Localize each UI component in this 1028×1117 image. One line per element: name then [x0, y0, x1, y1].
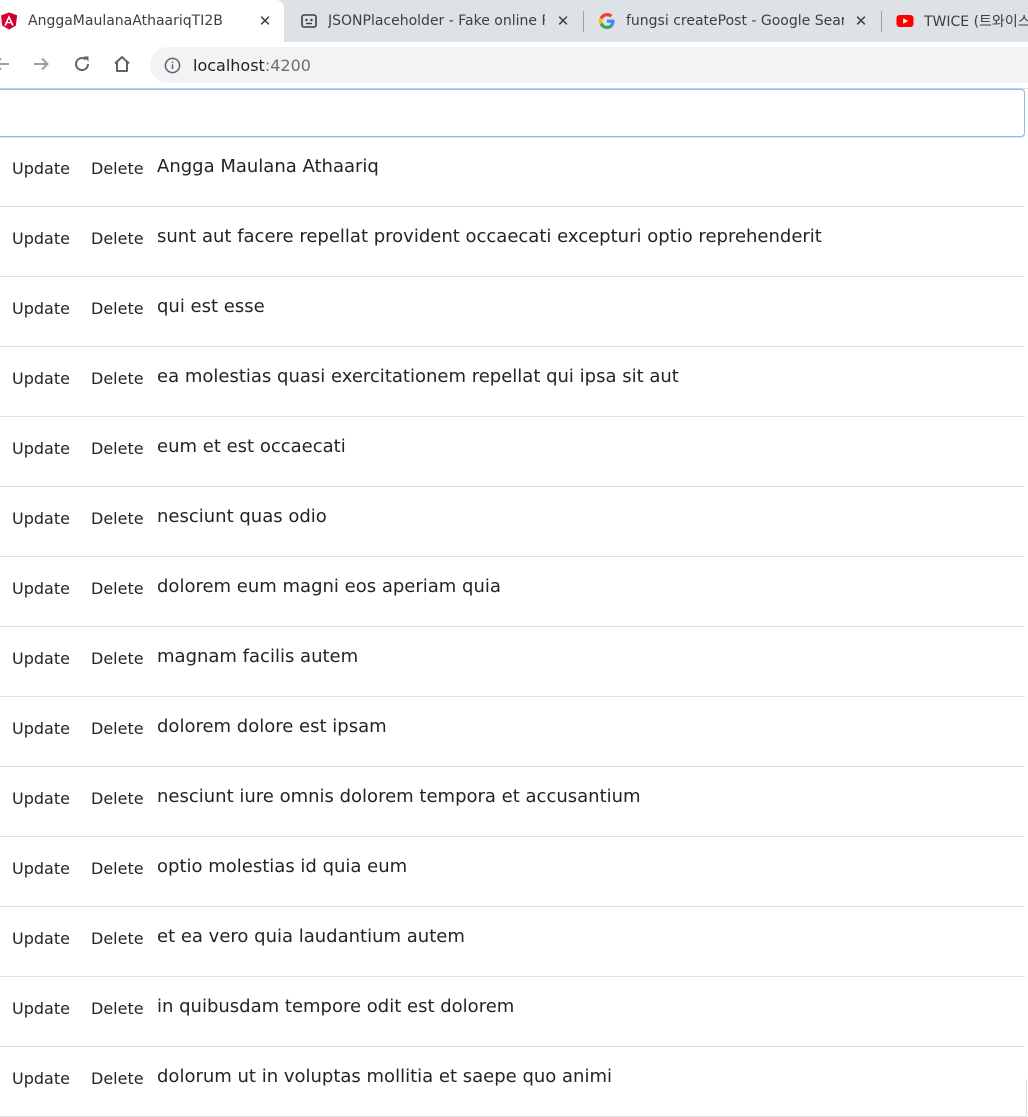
close-tab-icon[interactable]: ✕	[256, 12, 274, 30]
update-button[interactable]: Update	[12, 159, 70, 178]
tab-strip: AnggaMaulanaAthaariqTI2B ✕ JSONPlacehold…	[0, 0, 1028, 42]
list-item: Update Delete ea molestias quasi exercitat…	[0, 347, 1026, 417]
list-item: Update Delete qui est esse	[0, 277, 1026, 347]
browser-toolbar: localhost:4200	[0, 42, 1028, 89]
delete-button[interactable]: Delete	[91, 789, 144, 808]
post-title: optio molestias id quia eum	[157, 856, 408, 877]
update-button[interactable]: Update	[12, 929, 70, 948]
list-item: Update Delete eum et est occaecati	[0, 417, 1026, 487]
list-item: Update Delete dolorum ut in voluptas molli…	[0, 1047, 1026, 1117]
search-input[interactable]	[0, 89, 1025, 137]
post-title: nesciunt quas odio	[157, 506, 327, 527]
reload-icon[interactable]	[70, 52, 94, 76]
address-bar[interactable]: localhost:4200	[150, 47, 1028, 83]
url-host: localhost	[193, 55, 265, 75]
delete-button[interactable]: Delete	[91, 299, 144, 318]
update-button[interactable]: Update	[12, 579, 70, 598]
update-button[interactable]: Update	[12, 229, 70, 248]
delete-button[interactable]: Delete	[91, 929, 144, 948]
post-title: dolorem eum magni eos aperiam quia	[157, 576, 501, 597]
tab-youtube[interactable]: TWICE (트와이스	[896, 0, 1028, 42]
post-title: ea molestias quasi exercitationem repell…	[157, 366, 679, 387]
update-button[interactable]: Update	[12, 439, 70, 458]
close-tab-icon[interactable]: ✕	[554, 12, 572, 30]
tab-title: JSONPlaceholder - Fake online REST API	[328, 13, 545, 29]
delete-button[interactable]: Delete	[91, 159, 144, 178]
angular-icon	[0, 12, 18, 30]
post-list: Update Delete Angga Maulana Athaariq Updat…	[0, 137, 1027, 1117]
tab-separator	[881, 11, 882, 32]
tab-title: AnggaMaulanaAthaariqTI2B	[28, 13, 223, 29]
list-item: Update Delete magnam facilis autem	[0, 627, 1026, 697]
delete-button[interactable]: Delete	[91, 509, 144, 528]
back-icon[interactable]	[0, 52, 14, 76]
tab-jsonplaceholder[interactable]: JSONPlaceholder - Fake online REST API ✕	[300, 0, 578, 42]
update-button[interactable]: Update	[12, 789, 70, 808]
close-tab-icon[interactable]: ✕	[852, 12, 870, 30]
delete-button[interactable]: Delete	[91, 859, 144, 878]
delete-button[interactable]: Delete	[91, 579, 144, 598]
list-item: Update Delete optio molestias id quia eum	[0, 837, 1026, 907]
tab-title: TWICE (트와이스	[924, 14, 1028, 30]
delete-button[interactable]: Delete	[91, 719, 144, 738]
list-item: Update Delete in quibusdam tempore odit es…	[0, 977, 1026, 1047]
forward-icon[interactable]	[29, 52, 53, 76]
post-title: in quibusdam tempore odit est dolorem	[157, 996, 515, 1017]
post-title: eum et est occaecati	[157, 436, 346, 457]
delete-button[interactable]: Delete	[91, 999, 144, 1018]
post-title: sunt aut facere repellat provident occae…	[157, 226, 822, 247]
list-item: Update Delete nesciunt iure omnis dolorem …	[0, 767, 1026, 837]
update-button[interactable]: Update	[12, 299, 70, 318]
post-title: et ea vero quia laudantium autem	[157, 926, 465, 947]
list-item: Update Delete et ea vero quia laudantium a…	[0, 907, 1026, 977]
tab-angular-app[interactable]: AnggaMaulanaAthaariqTI2B ✕	[0, 0, 284, 42]
info-icon[interactable]	[163, 56, 181, 74]
tab-google-search[interactable]: fungsi createPost - Google Search ✕	[598, 0, 876, 42]
tab-separator	[583, 11, 584, 32]
post-title: Angga Maulana Athaariq	[157, 156, 379, 177]
list-item: Update Delete Angga Maulana Athaariq	[0, 137, 1026, 207]
post-title: qui est esse	[157, 296, 265, 317]
update-button[interactable]: Update	[12, 859, 70, 878]
list-item: Update Delete nesciunt quas odio	[0, 487, 1026, 557]
tab-title: fungsi createPost - Google Search	[626, 13, 844, 29]
post-title: dolorem dolore est ipsam	[157, 716, 387, 737]
home-icon[interactable]	[110, 52, 134, 76]
update-button[interactable]: Update	[12, 999, 70, 1018]
delete-button[interactable]: Delete	[91, 369, 144, 388]
google-icon	[598, 12, 616, 30]
post-title: magnam facilis autem	[157, 646, 359, 667]
update-button[interactable]: Update	[12, 509, 70, 528]
post-title: nesciunt iure omnis dolorem tempora et a…	[157, 786, 641, 807]
url-text: localhost:4200	[193, 56, 311, 75]
list-item: Update Delete dolorem eum magni eos aperia…	[0, 557, 1026, 627]
jsonplaceholder-icon	[300, 12, 318, 30]
update-button[interactable]: Update	[12, 649, 70, 668]
post-title: dolorum ut in voluptas mollitia et saepe…	[157, 1066, 612, 1087]
list-item: Update Delete dolorem dolore est ipsam	[0, 697, 1026, 767]
delete-button[interactable]: Delete	[91, 439, 144, 458]
delete-button[interactable]: Delete	[91, 649, 144, 668]
update-button[interactable]: Update	[12, 369, 70, 388]
delete-button[interactable]: Delete	[91, 229, 144, 248]
list-item: Update Delete sunt aut facere repellat pro…	[0, 207, 1026, 277]
youtube-icon	[896, 12, 914, 30]
url-port: :4200	[264, 55, 311, 75]
update-button[interactable]: Update	[12, 719, 70, 738]
